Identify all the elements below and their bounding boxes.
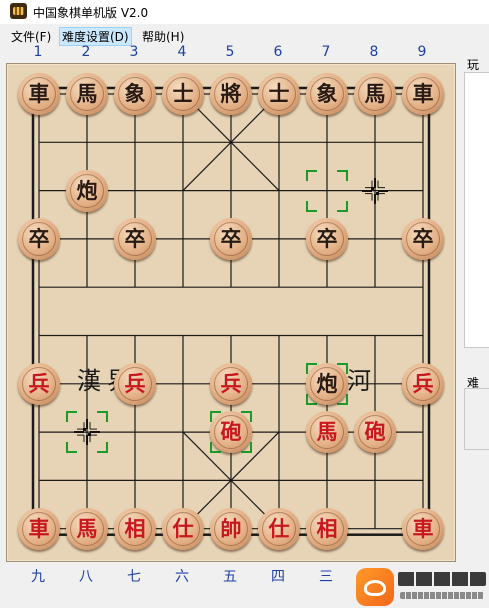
column-number-bottom: 四 [271,569,285,585]
black-piece[interactable]: 象 [306,73,348,115]
black-piece[interactable]: 將 [210,73,252,115]
column-number-bottom: 七 [127,569,141,585]
watermark-logo-text [398,572,486,586]
piece-label: 相 [316,515,338,541]
black-piece[interactable]: 卒 [18,217,60,260]
crosshair-cursor-icon [74,419,100,446]
piece-label: 馬 [316,419,338,445]
player-list[interactable] [464,72,489,348]
black-piece[interactable]: 卒 [402,217,444,260]
black-piece[interactable]: 卒 [306,217,348,260]
menu-help[interactable]: 帮助(H) [140,28,186,45]
piece-label: 砲 [364,419,386,445]
selection-marker [210,411,252,454]
piece-label: 卒 [28,225,50,251]
column-number-bottom: 六 [175,569,189,585]
piece-label: 象 [316,81,338,106]
watermark-logo-url [400,592,484,599]
red-piece[interactable]: 兵 [210,362,252,405]
piece-label: 兵 [124,370,146,396]
piece-label: 馬 [76,515,98,541]
black-piece[interactable]: 炮 [66,169,108,212]
column-number-bottom: 八 [79,569,93,585]
column-number-top: 3 [129,44,139,60]
piece-label: 士 [268,81,290,106]
red-piece[interactable]: 馬 [306,411,348,454]
piece-label: 將 [220,81,242,106]
red-piece[interactable]: 兵 [18,362,60,405]
difficulty-group [464,388,489,450]
column-number-top: 1 [33,44,43,60]
piece-label: 兵 [412,370,434,396]
column-number-bottom: 九 [31,569,45,585]
red-piece[interactable]: 車 [18,507,60,550]
red-piece[interactable]: 相 [306,507,348,550]
piece-label: 士 [172,81,194,106]
black-piece[interactable]: 馬 [354,73,396,115]
black-piece[interactable]: 士 [258,73,300,115]
piece-label: 帥 [220,515,242,541]
window-title: 中国象棋单机版 V2.0 [33,6,149,20]
column-number-top: 6 [273,44,283,60]
black-piece[interactable]: 炮 [306,362,348,405]
black-piece[interactable]: 馬 [66,73,108,115]
side-panel: 玩 难 [461,0,489,608]
black-piece[interactable]: 車 [402,73,444,115]
red-piece[interactable]: 兵 [114,362,156,405]
column-number-bottom: 五 [223,569,237,585]
piece-label: 卒 [412,225,434,251]
red-piece[interactable]: 相 [114,507,156,550]
column-number-top: 7 [321,44,331,60]
menu-bar: 文件(F) 难度设置(D) 帮助(H) [0,27,489,46]
piece-label: 卒 [124,225,146,251]
column-number-top: 4 [177,44,187,60]
red-piece[interactable]: 車 [402,507,444,550]
column-number-top: 2 [81,44,91,60]
piece-label: 仕 [268,515,290,541]
piece-label: 兵 [220,370,242,396]
red-piece[interactable]: 砲 [354,411,396,454]
piece-label: 炮 [76,177,98,203]
red-piece[interactable]: 仕 [258,507,300,550]
column-number-top: 5 [225,44,235,60]
black-piece[interactable]: 卒 [114,217,156,260]
piece-label: 炮 [316,370,338,396]
menu-file[interactable]: 文件(F) [9,28,53,45]
chess-board[interactable]: 漢界 楚河 車馬象士將士象馬車炮卒卒卒卒卒炮兵兵兵兵砲馬砲車馬相仕帥仕相車 [6,63,456,562]
piece-label: 卒 [220,225,242,251]
title-bar: 中国象棋单机版 V2.0 [0,0,489,24]
column-number-top: 9 [417,44,427,60]
piece-label: 車 [412,515,434,541]
last-move-marker [306,169,348,212]
piece-label: 車 [28,81,50,106]
column-number-top: 8 [369,44,379,60]
watermark-logo-icon [356,568,394,606]
piece-label: 仕 [172,515,194,541]
piece-label: 車 [28,515,50,541]
black-piece[interactable]: 士 [162,73,204,115]
app-icon [10,3,27,19]
board-grid [31,86,431,536]
piece-label: 兵 [28,370,50,396]
red-piece[interactable]: 馬 [66,507,108,550]
red-piece[interactable]: 仕 [162,507,204,550]
menu-difficulty[interactable]: 难度设置(D) [59,27,132,46]
piece-label: 象 [124,81,146,106]
crosshair-cursor-icon [362,177,388,204]
black-piece[interactable]: 象 [114,73,156,115]
red-piece[interactable]: 兵 [402,362,444,405]
watermark [356,568,489,608]
red-piece[interactable]: 帥 [210,507,252,550]
player-label: 玩 [467,58,480,72]
column-number-bottom: 三 [319,569,333,585]
piece-label: 車 [412,81,434,106]
piece-label: 馬 [364,81,386,106]
piece-label: 相 [124,515,146,541]
black-piece[interactable]: 車 [18,73,60,115]
piece-label: 卒 [316,225,338,251]
piece-label: 馬 [76,81,98,106]
black-piece[interactable]: 卒 [210,217,252,260]
